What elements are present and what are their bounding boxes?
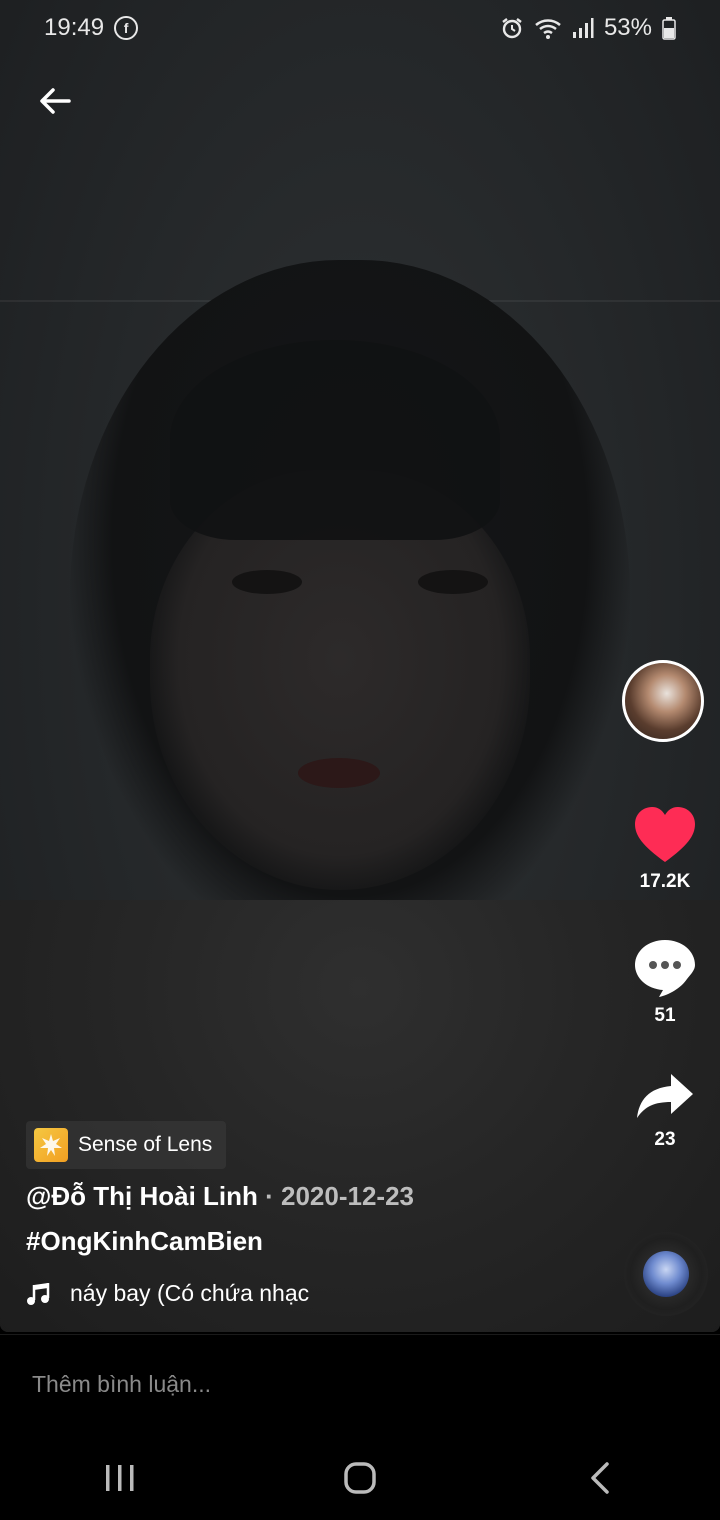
comment-button[interactable]: 51: [622, 938, 708, 1027]
home-icon: [344, 1462, 376, 1494]
separator: ·: [257, 1181, 281, 1211]
effect-label: Sense of Lens: [78, 1133, 213, 1156]
back-icon: [591, 1462, 609, 1494]
share-icon: [637, 1074, 693, 1118]
effect-icon: [34, 1128, 68, 1162]
disc-cover: [643, 1251, 689, 1297]
video-bangs: [170, 340, 500, 540]
status-bar: 19:49 f 53%: [0, 0, 720, 56]
comment-count: 51: [654, 1005, 676, 1026]
battery-icon: [662, 17, 676, 40]
effect-chip[interactable]: Sense of Lens: [26, 1121, 227, 1169]
alarm-icon: [502, 18, 522, 39]
share-button[interactable]: 23: [622, 1072, 708, 1151]
creator-avatar[interactable]: [622, 660, 704, 742]
hashtag[interactable]: #OngKinhCamBien: [26, 1226, 586, 1257]
music-disc[interactable]: [624, 1232, 708, 1316]
signal-icon: [572, 18, 594, 38]
back-button[interactable]: [30, 76, 80, 126]
share-count: 23: [654, 1129, 676, 1150]
comment-input[interactable]: Thêm bình luận...: [32, 1371, 211, 1398]
system-nav-bar: [0, 1436, 720, 1520]
recent-apps-icon: [106, 1465, 134, 1491]
back-arrow-icon: [40, 88, 71, 114]
recent-apps-button[interactable]: [80, 1448, 160, 1508]
video-body: [0, 900, 720, 1332]
facebook-icon: f: [114, 16, 139, 40]
author-name[interactable]: @Đỗ Thị Hoài Linh: [26, 1181, 258, 1211]
music-row[interactable]: náy bay (Có chứa nhạc: [26, 1280, 370, 1307]
video-lips: [298, 758, 380, 788]
music-note-icon: [27, 1282, 50, 1305]
comment-bar: Thêm bình luận...: [0, 1334, 720, 1437]
status-time: 19:49: [44, 14, 105, 41]
home-button[interactable]: [320, 1448, 400, 1508]
like-count: 17.2K: [639, 871, 691, 892]
heart-icon: [635, 807, 695, 862]
nav-back-button[interactable]: [560, 1448, 640, 1508]
comment-icon: [635, 940, 695, 997]
video-eye-left: [232, 570, 302, 594]
like-button[interactable]: 17.2K: [622, 806, 708, 893]
battery-percent: 53%: [603, 14, 652, 41]
post-date: 2020-12-23: [281, 1181, 414, 1211]
wifi-icon: [535, 19, 561, 39]
music-title: náy bay (Có chứa nhạc: [70, 1280, 310, 1306]
video-eye-right: [418, 570, 488, 594]
post-meta: @Đỗ Thị Hoài Linh · 2020-12-23 #OngKinhC…: [26, 1181, 586, 1257]
